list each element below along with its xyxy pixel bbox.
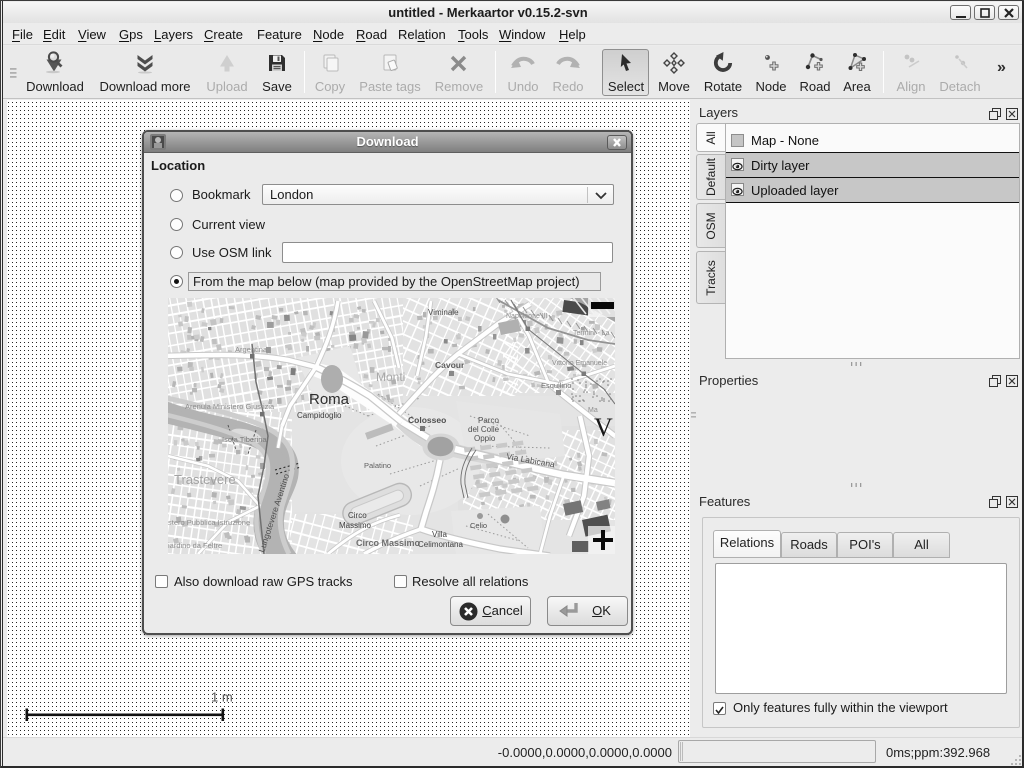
svg-text:iardino da Feltre: iardino da Feltre: [168, 541, 222, 550]
svg-text:Parco: Parco: [478, 416, 499, 425]
svg-text:1 m: 1 m: [211, 690, 233, 705]
svg-text:V: V: [594, 413, 613, 442]
svg-text:Esquilino: Esquilino: [541, 381, 571, 390]
svg-text:del Colle: del Colle: [468, 425, 500, 434]
svg-text:Celimontana: Celimontana: [418, 540, 463, 549]
svg-text:Argentina: Argentina: [235, 345, 268, 354]
svg-text:Campidoglio: Campidoglio: [297, 411, 342, 420]
svg-text:Ma: Ma: [588, 407, 598, 414]
svg-text:Roma: Roma: [309, 391, 350, 408]
svg-text:Palatino: Palatino: [364, 461, 391, 470]
svg-text:stero Pubblica Istruzione: stero Pubblica Istruzione: [168, 518, 250, 527]
svg-text:Colosseo: Colosseo: [408, 415, 446, 425]
svg-text:Circo Massimo: Circo Massimo: [356, 538, 421, 548]
svg-text:Circo: Circo: [348, 511, 367, 520]
svg-text:Villa: Villa: [432, 530, 448, 539]
svg-text:Napoleone III: Napoleone III: [506, 313, 548, 320]
svg-text:Celio: Celio: [470, 521, 487, 530]
svg-text:Massimo: Massimo: [339, 521, 372, 530]
svg-text:Trastevere: Trastevere: [174, 472, 236, 487]
svg-text:Oppio: Oppio: [474, 434, 496, 443]
svg-text:Cavour: Cavour: [435, 360, 465, 370]
svg-text:Viminale: Viminale: [428, 308, 459, 317]
svg-text:Vittorio Emanuele: Vittorio Emanuele: [552, 360, 607, 367]
svg-text:Arenula Ministero Giustizia: Arenula Ministero Giustizia: [185, 402, 275, 411]
svg-text:Isola Tiberina: Isola Tiberina: [222, 435, 267, 444]
svg-text:Termini - La: Termini - La: [573, 330, 610, 337]
svg-text:Monti: Monti: [376, 370, 405, 384]
